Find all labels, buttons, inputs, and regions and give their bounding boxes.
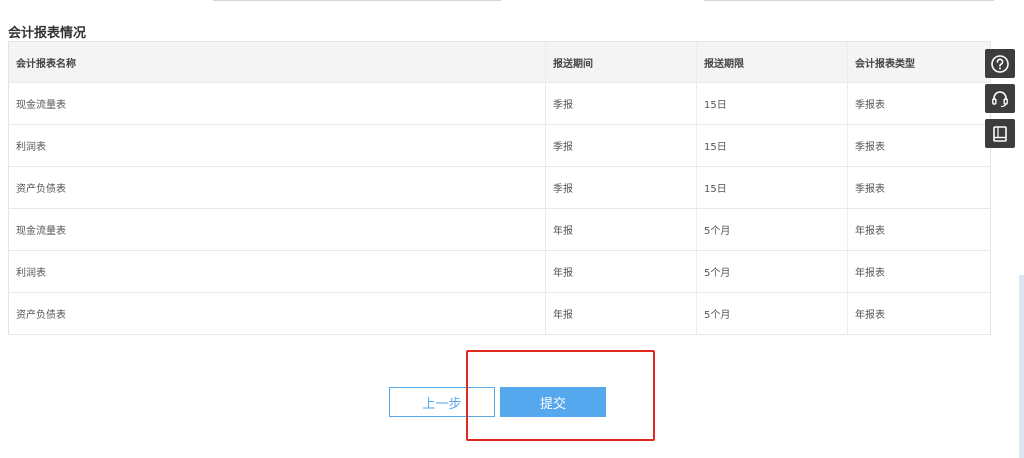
table-header-row: 会计报表名称 报送期间 报送期限 会计报表类型 — [8, 41, 991, 83]
table-row: 现金流量表 季报 15日 季报表 — [8, 82, 991, 125]
customer-service-button[interactable] — [985, 84, 1015, 113]
top-input-right[interactable] — [704, 0, 994, 1]
header-report-name: 会计报表名称 — [8, 41, 546, 83]
cell-report-deadline: 15日 — [696, 82, 848, 125]
cell-report-deadline: 15日 — [696, 124, 848, 167]
manual-button[interactable] — [985, 119, 1015, 148]
table-row: 利润表 年报 5个月 年报表 — [8, 250, 991, 293]
cell-report-deadline: 15日 — [696, 166, 848, 209]
customer-service-icon — [992, 90, 1008, 107]
table-row: 利润表 季报 15日 季报表 — [8, 124, 991, 167]
cell-report-period: 季报 — [545, 166, 697, 209]
section-title: 会计报表情况 — [8, 26, 87, 41]
manual-icon — [993, 125, 1007, 142]
cell-report-name: 现金流量表 — [8, 208, 546, 251]
scrollbar-track[interactable] — [1019, 275, 1024, 458]
cell-report-name: 资产负债表 — [8, 166, 546, 209]
cell-report-period: 年报 — [545, 292, 697, 335]
cell-report-name: 现金流量表 — [8, 82, 546, 125]
cell-report-name: 资产负债表 — [8, 292, 546, 335]
submit-button[interactable]: 提交 — [500, 387, 606, 417]
header-report-period: 报送期间 — [545, 41, 697, 83]
help-button[interactable] — [985, 49, 1015, 78]
table-row: 资产负债表 季报 15日 季报表 — [8, 166, 991, 209]
table-row: 现金流量表 年报 5个月 年报表 — [8, 208, 991, 251]
cell-report-type: 季报表 — [847, 124, 991, 167]
cell-report-period: 年报 — [545, 208, 697, 251]
cell-report-deadline: 5个月 — [696, 250, 848, 293]
cell-report-period: 季报 — [545, 124, 697, 167]
top-input-left[interactable] — [213, 0, 501, 1]
side-toolbar — [985, 49, 1015, 154]
cell-report-name: 利润表 — [8, 250, 546, 293]
header-report-deadline: 报送期限 — [696, 41, 848, 83]
cell-report-type: 年报表 — [847, 292, 991, 335]
report-table: 会计报表名称 报送期间 报送期限 会计报表类型 现金流量表 季报 15日 季报表… — [8, 41, 991, 335]
cell-report-deadline: 5个月 — [696, 292, 848, 335]
cell-report-period: 季报 — [545, 82, 697, 125]
cell-report-type: 年报表 — [847, 250, 991, 293]
cell-report-type: 季报表 — [847, 166, 991, 209]
cell-report-type: 季报表 — [847, 82, 991, 125]
cell-report-type: 年报表 — [847, 208, 991, 251]
page: 会计报表情况 会计报表名称 报送期间 报送期限 会计报表类型 现金流量表 季报 … — [0, 0, 1024, 458]
cell-report-deadline: 5个月 — [696, 208, 848, 251]
cell-report-name: 利润表 — [8, 124, 546, 167]
header-report-type: 会计报表类型 — [847, 41, 991, 83]
table-row: 资产负债表 年报 5个月 年报表 — [8, 292, 991, 335]
cell-report-period: 年报 — [545, 250, 697, 293]
previous-step-button[interactable]: 上一步 — [389, 387, 495, 417]
help-icon — [991, 54, 1009, 73]
